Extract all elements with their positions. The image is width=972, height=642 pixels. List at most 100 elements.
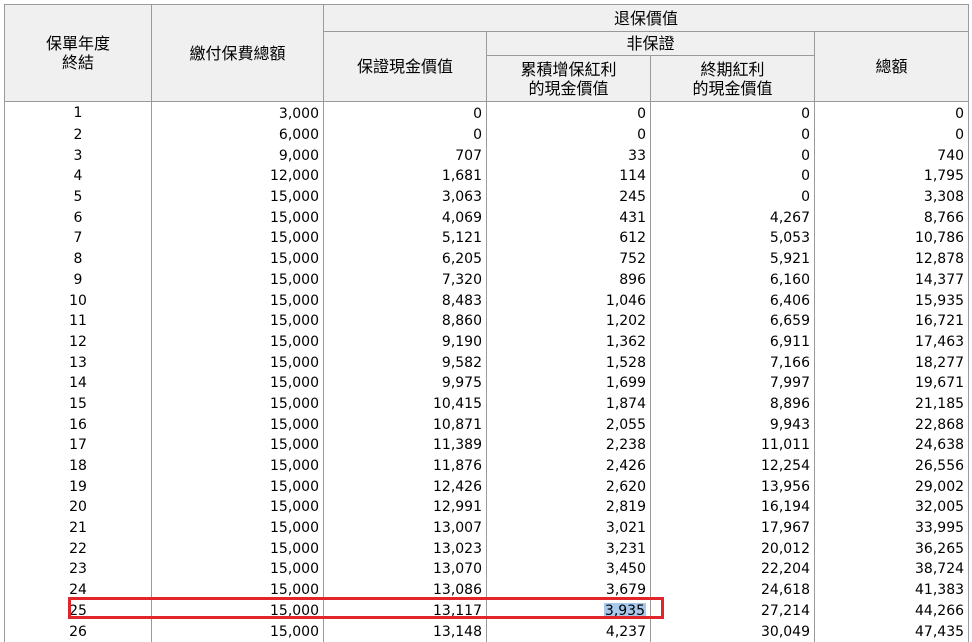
guaranteed-cash-value-cell: 12,426 — [323, 476, 487, 498]
header-guaranteed-cash-value: 保證現金價值 — [323, 31, 487, 102]
reversionary-bonus-value-cell: 1,528 — [486, 352, 651, 373]
terminal-bonus-value-cell: 7,997 — [650, 372, 815, 394]
total-premium-paid-cell: 15,000 — [151, 228, 324, 249]
terminal-bonus-value-cell: 11,011 — [650, 435, 815, 456]
policy-year-cell: 3 — [4, 145, 152, 167]
guaranteed-cash-value-cell: 13,148 — [323, 621, 487, 642]
guaranteed-cash-value-cell: 13,117 — [323, 600, 487, 622]
total-value-cell: 22,868 — [813, 414, 970, 435]
guaranteed-cash-value-cell: 4,069 — [323, 207, 487, 229]
header-non-guaranteed: 非保證 — [486, 31, 815, 56]
guaranteed-cash-value-cell: 7,320 — [323, 269, 487, 291]
reversionary-bonus-value-cell: 1,046 — [486, 290, 651, 311]
terminal-bonus-value-cell: 16,194 — [650, 497, 815, 518]
terminal-bonus-value-cell: 8,896 — [650, 393, 815, 415]
policy-year-cell: 6 — [4, 207, 152, 229]
total-premium-paid-cell: 15,000 — [151, 269, 324, 291]
policy-year-cell: 1 — [4, 101, 152, 125]
guaranteed-cash-value-cell: 1,681 — [323, 166, 487, 187]
terminal-bonus-value-cell: 20,012 — [650, 538, 815, 560]
terminal-bonus-value-cell: 12,254 — [650, 455, 815, 477]
total-premium-paid-cell: 3,000 — [151, 101, 324, 125]
table-row: 4 12,000 1,681 114 0 1,795 — [4, 166, 970, 187]
reversionary-bonus-value-cell: 431 — [486, 207, 651, 229]
guaranteed-cash-value-cell: 9,582 — [323, 352, 487, 373]
policy-year-cell: 8 — [4, 248, 152, 270]
total-premium-paid-cell: 15,000 — [151, 455, 324, 477]
header-surrender-value: 退保價值 — [322, 4, 970, 32]
table-row: 21 15,000 13,007 3,021 17,967 33,995 — [4, 517, 970, 539]
terminal-bonus-value-cell: 24,618 — [650, 579, 815, 601]
header-terminal-bonus-cash-value: 終期紅利 的現金價值 — [650, 55, 815, 102]
policy-year-cell: 16 — [4, 414, 152, 435]
total-premium-paid-cell: 15,000 — [151, 331, 324, 353]
reversionary-bonus-value-cell: 2,055 — [486, 414, 651, 435]
header-total: 總額 — [813, 31, 970, 102]
total-premium-paid-cell: 15,000 — [151, 621, 324, 642]
total-premium-paid-cell: 15,000 — [151, 579, 324, 601]
policy-year-cell: 11 — [4, 310, 152, 332]
table-row: 6 15,000 4,069 431 4,267 8,766 — [4, 207, 970, 229]
reversionary-bonus-value-cell: 612 — [486, 228, 651, 249]
table-row: 20 15,000 12,991 2,819 16,194 32,005 — [4, 497, 970, 518]
table-row: 14 15,000 9,975 1,699 7,997 19,671 — [4, 372, 970, 394]
header-reversionary-bonus-label: 累積增保紅利 的現金價值 — [520, 59, 617, 98]
total-premium-paid-cell: 15,000 — [151, 372, 324, 394]
table-row: 17 15,000 11,389 2,238 11,011 24,638 — [4, 435, 970, 456]
total-value-cell: 15,935 — [813, 290, 970, 311]
guaranteed-cash-value-cell: 6,205 — [323, 248, 487, 270]
total-value-cell: 18,277 — [813, 352, 970, 373]
total-premium-paid-cell: 15,000 — [151, 248, 324, 270]
terminal-bonus-value-cell: 4,267 — [650, 207, 815, 229]
policy-year-cell: 2 — [4, 124, 152, 146]
total-value-cell: 0 — [813, 101, 970, 125]
total-premium-paid-cell: 15,000 — [151, 559, 324, 580]
total-premium-paid-cell: 9,000 — [151, 145, 324, 167]
total-premium-paid-cell: 12,000 — [151, 166, 324, 187]
policy-year-cell: 17 — [4, 435, 152, 456]
guaranteed-cash-value-cell: 11,389 — [323, 435, 487, 456]
terminal-bonus-value-cell: 6,911 — [650, 331, 815, 353]
policy-year-cell: 7 — [4, 228, 152, 249]
reversionary-bonus-value-cell: 4,237 — [486, 621, 651, 642]
terminal-bonus-value-cell: 5,921 — [650, 248, 815, 270]
table-row: 22 15,000 13,023 3,231 20,012 36,265 — [4, 538, 970, 560]
reversionary-bonus-value-cell: 33 — [486, 145, 651, 167]
table-row: 25 15,000 13,117 3,935 27,214 44,266 — [4, 600, 970, 622]
guaranteed-cash-value-cell: 10,871 — [323, 414, 487, 435]
header-terminal-bonus-label: 終期紅利 的現金價值 — [692, 59, 773, 98]
table-row: 9 15,000 7,320 896 6,160 14,377 — [4, 269, 970, 291]
reversionary-bonus-value-cell: 896 — [486, 269, 651, 291]
terminal-bonus-value-cell: 22,204 — [650, 559, 815, 580]
total-value-cell: 44,266 — [813, 600, 970, 622]
table-row: 16 15,000 10,871 2,055 9,943 22,868 — [4, 414, 970, 435]
guaranteed-cash-value-cell: 0 — [323, 101, 487, 125]
total-value-cell: 740 — [813, 145, 970, 167]
header-surrender-value-label: 退保價值 — [614, 8, 679, 28]
total-premium-paid-cell: 15,000 — [151, 207, 324, 229]
table-body: 1 3,000 0 0 0 0 2 6,000 0 0 0 0 3 9,000 707 33 0 740 4 12,0… — [4, 101, 970, 642]
guaranteed-cash-value-cell: 707 — [323, 145, 487, 167]
table-row: 7 15,000 5,121 612 5,053 10,786 — [4, 228, 970, 249]
total-value-cell: 36,265 — [813, 538, 970, 560]
table-row: 11 15,000 8,860 1,202 6,659 16,721 — [4, 310, 970, 332]
total-premium-paid-cell: 15,000 — [151, 352, 324, 373]
policy-year-cell: 21 — [4, 517, 152, 539]
total-premium-paid-cell: 15,000 — [151, 517, 324, 539]
policy-year-cell: 4 — [4, 166, 152, 187]
policy-year-cell: 25 — [4, 600, 152, 622]
policy-year-cell: 15 — [4, 393, 152, 415]
terminal-bonus-value-cell: 7,166 — [650, 352, 815, 373]
total-premium-paid-cell: 15,000 — [151, 393, 324, 415]
table-row: 24 15,000 13,086 3,679 24,618 41,383 — [4, 579, 970, 601]
terminal-bonus-value-cell: 27,214 — [650, 600, 815, 622]
header-non-guaranteed-label: 非保證 — [626, 34, 675, 53]
terminal-bonus-value-cell: 0 — [650, 145, 815, 167]
reversionary-bonus-value-cell: 1,362 — [486, 331, 651, 353]
reversionary-bonus-value-cell: 114 — [486, 166, 651, 187]
reversionary-bonus-value-cell: 3,231 — [486, 538, 651, 560]
table-row: 8 15,000 6,205 752 5,921 12,878 — [4, 248, 970, 270]
guaranteed-cash-value-cell: 13,007 — [323, 517, 487, 539]
guaranteed-cash-value-cell: 0 — [323, 124, 487, 146]
total-value-cell: 10,786 — [813, 228, 970, 249]
